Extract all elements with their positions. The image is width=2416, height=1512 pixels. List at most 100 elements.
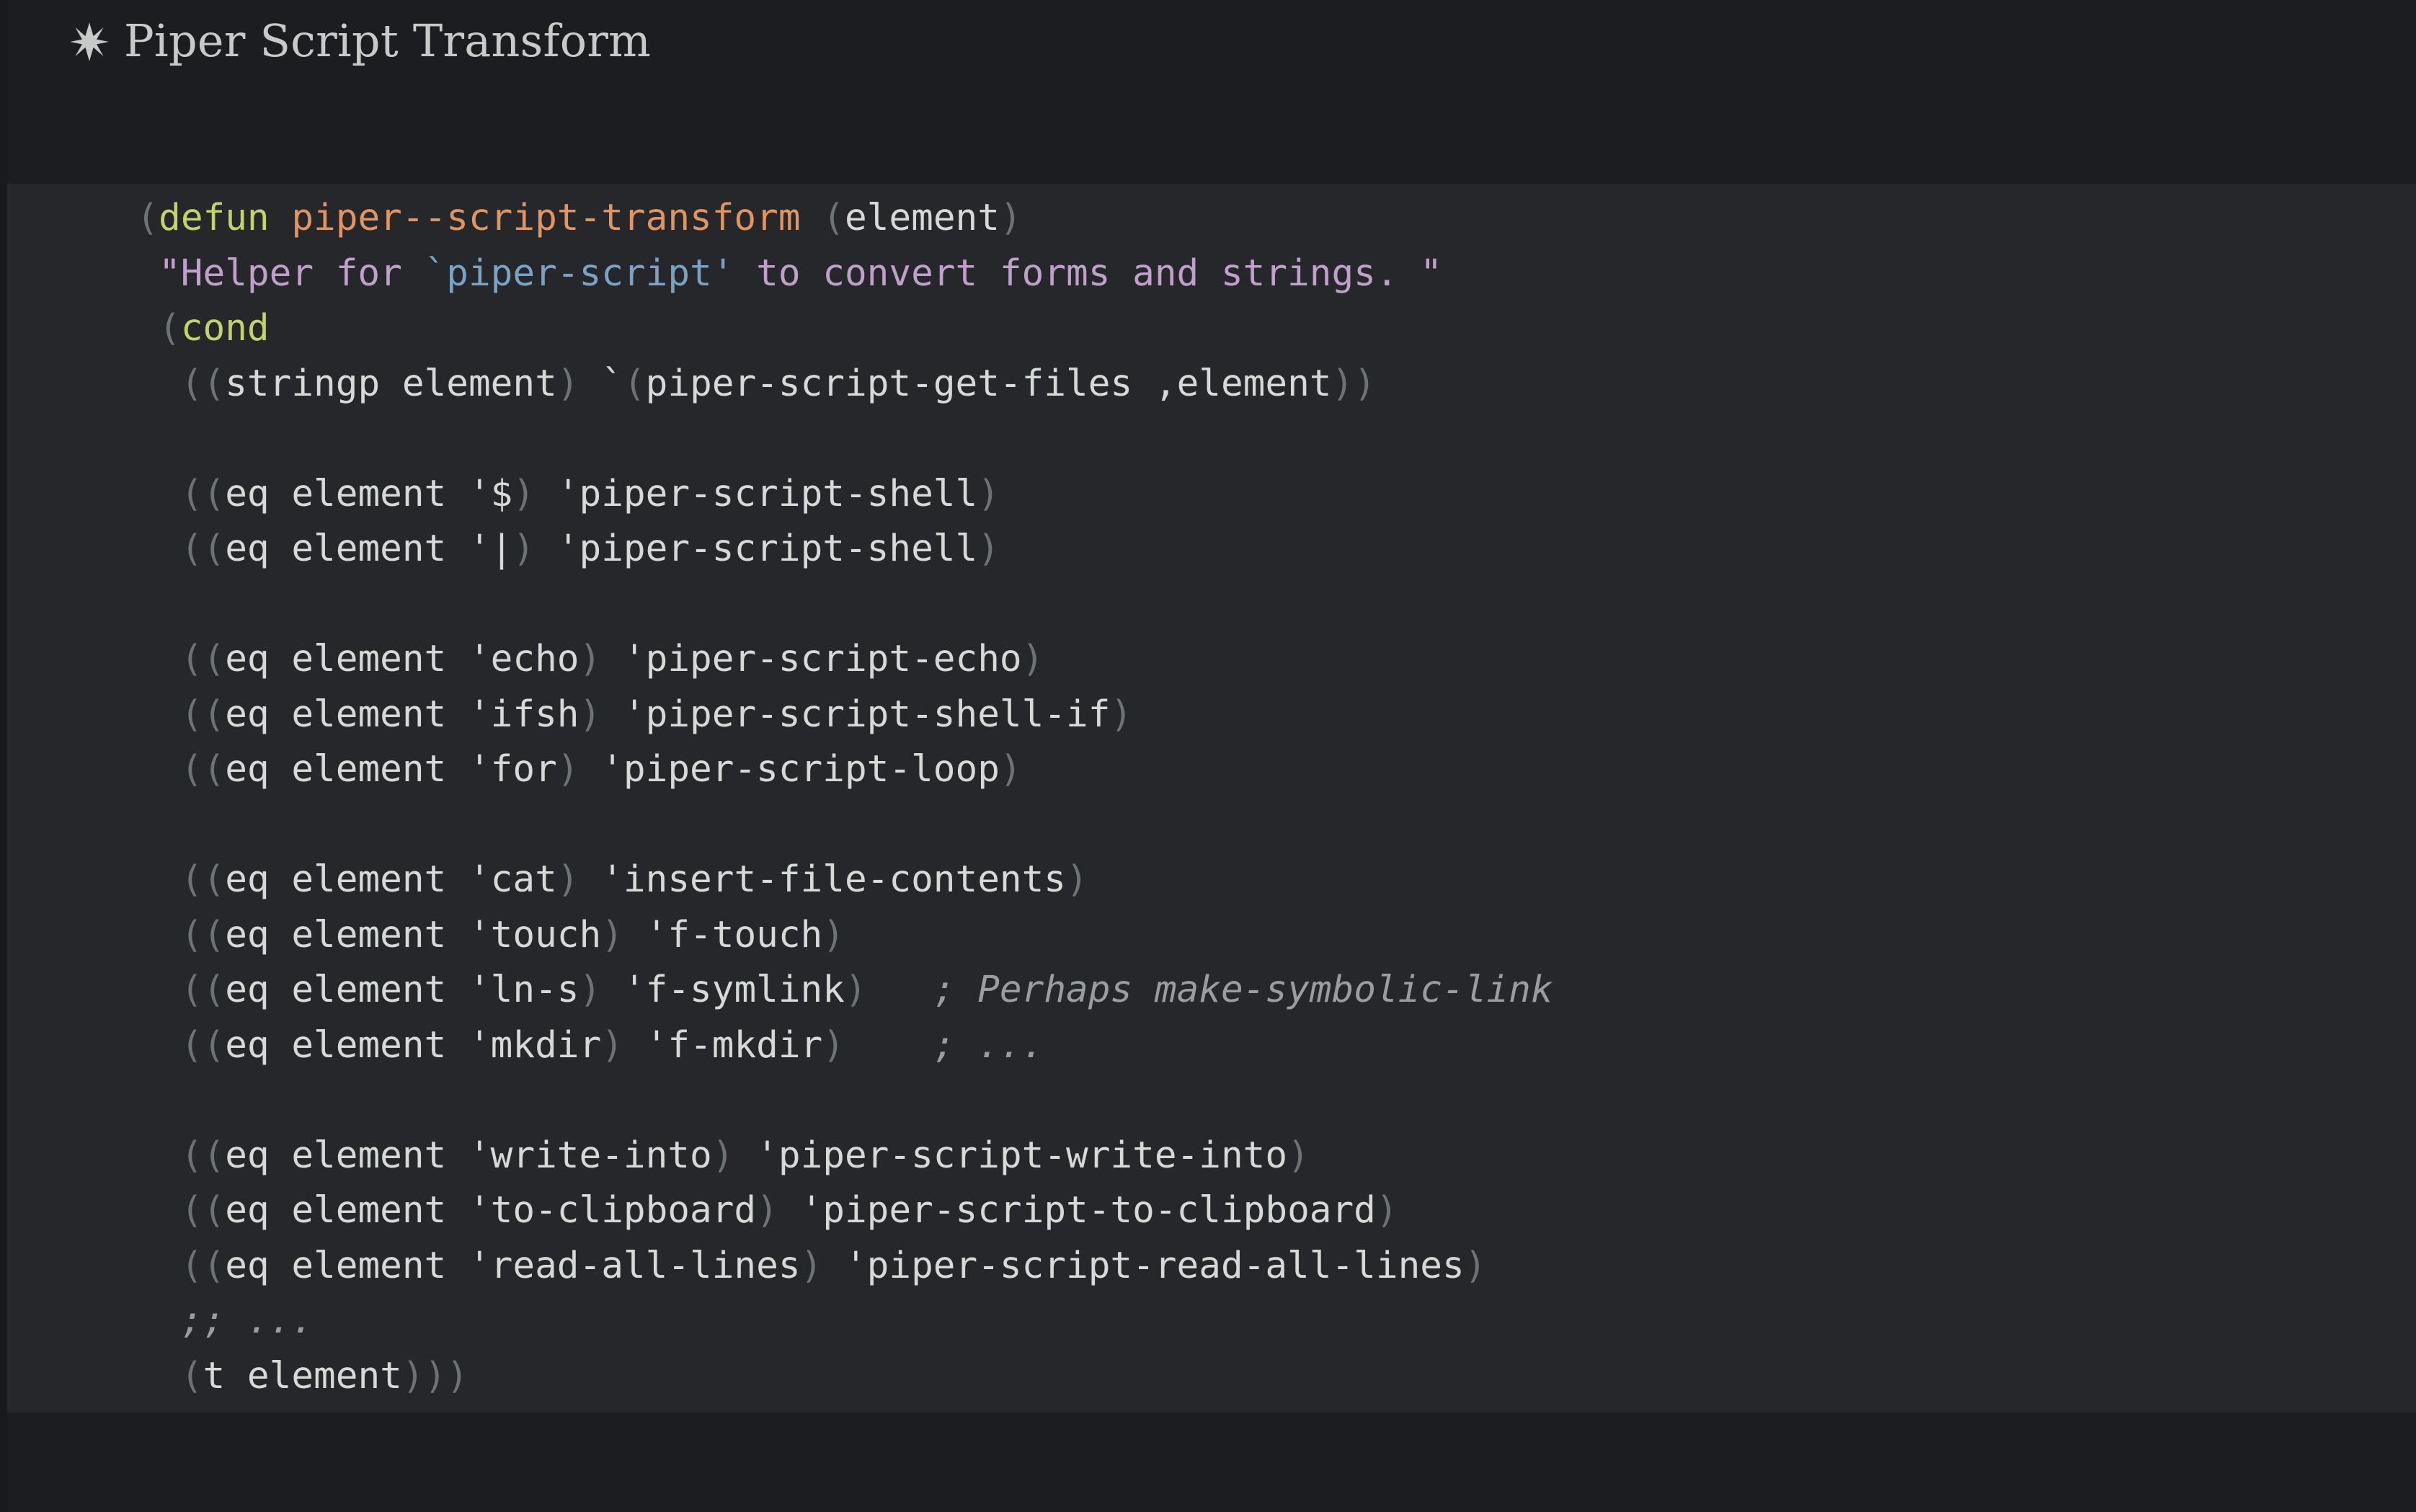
code-token: ))) [401,1354,468,1397]
code-token: (( [180,858,226,901]
code-token: ) [1375,1189,1398,1232]
code-token: eq element 'read-all-lines [225,1244,801,1287]
code-token: ( [822,197,845,239]
code-line[interactable]: ((eq element 'cat) 'insert-file-contents… [0,853,1553,908]
code-line[interactable]: ((eq element '|) 'piper-script-shell) [0,522,1553,577]
code-token: "Helper for [159,252,425,295]
code-token: eq element '| [225,528,513,570]
code-line-blank[interactable] [0,412,1553,467]
code-token: 'f-symlink [601,969,845,1011]
code-line[interactable]: (t element))) [0,1349,1553,1405]
left-edge-rail [0,0,7,1512]
code-token: ) [711,1134,734,1177]
code-line[interactable]: ((eq element 'touch) 'f-touch) [0,908,1553,964]
code-token: 'piper-script-write-into [734,1134,1288,1177]
code-token: ) [999,197,1022,239]
code-token: 'insert-file-contents [579,858,1067,901]
code-token: ) [1287,1134,1310,1177]
code-token: ) [579,969,602,1011]
code-line-blank[interactable] [0,1073,1553,1129]
code-line[interactable]: (cond [0,301,1553,357]
code-line[interactable]: ((eq element '$) 'piper-script-shell) [0,467,1553,522]
code-line[interactable]: ((eq element 'to-clipboard) 'piper-scrip… [0,1183,1553,1239]
code-line[interactable]: ((eq element 'ln-s) 'f-symlink) ; Perhap… [0,963,1553,1018]
code-token: ) [822,913,845,956]
code-line-blank[interactable] [0,577,1553,633]
code-line[interactable]: ((eq element 'for) 'piper-script-loop) [0,742,1553,798]
code-token: ) [556,362,579,405]
code-token: 'piper-script-to-clipboard [778,1189,1376,1232]
code-token: (( [180,969,226,1011]
code-token: to convert forms and strings. " [734,252,1442,295]
code-token: eq element '$ [225,472,513,515]
code-token: ) [999,748,1022,791]
code-line[interactable]: ((eq element 'ifsh) 'piper-script-shell-… [0,688,1553,743]
code-token: ) [977,528,1000,570]
code-line[interactable]: ((eq element 'read-all-lines) 'piper-scr… [0,1239,1553,1294]
code-token: ) [1464,1244,1487,1287]
code-token: ) [1110,693,1133,736]
code-pane[interactable]: (defun piper--script-transform (element)… [0,184,2416,1413]
code-token: (( [180,913,226,956]
code-token: ) [601,1023,623,1067]
code-line[interactable]: ;; ... [0,1294,1553,1349]
code-token: (( [180,748,226,791]
code-token: `piper-script' [424,252,734,295]
code-token: (( [180,638,226,680]
code-token: ) [556,858,579,901]
code-block[interactable]: (defun piper--script-transform (element)… [0,184,1553,1404]
code-token: (( [180,1023,226,1067]
code-token: ;; ... [180,1299,314,1342]
code-token: 'f-touch [623,913,823,956]
code-token: ` [579,362,623,405]
code-token: defun [159,197,292,239]
code-token: eq element 'write-into [225,1134,712,1177]
code-token: (( [180,1189,226,1232]
code-token: 'piper-script-echo [601,638,1022,680]
asterisk-star-icon [69,22,110,62]
code-token: eq element 'cat [225,858,557,901]
code-token: eq element 'to-clipboard [225,1189,757,1232]
code-line[interactable]: ((eq element 'write-into) 'piper-script-… [0,1129,1553,1184]
code-token: 'piper-script-read-all-lines [822,1244,1465,1287]
code-token: (( [180,472,226,515]
code-token: eq element 'touch [225,913,602,956]
code-token: (( [180,528,226,570]
page-title: Piper Script Transform [124,14,652,67]
code-token: (( [180,1244,226,1287]
code-line-blank[interactable] [0,798,1553,853]
code-line[interactable]: ((stringp element) `(piper-script-get-fi… [0,357,1553,412]
code-token: ; Perhaps make-symbolic-link [866,969,1553,1011]
code-token: ) [512,472,536,515]
code-token: ) [800,1244,823,1287]
code-token: ; ... [844,1023,1044,1067]
code-token: ) [556,748,579,791]
code-token: t element [203,1354,402,1397]
code-token: ) [1021,638,1044,680]
code-token: ) [579,693,602,736]
heading-row: Piper Script Transform [69,16,651,63]
code-token: 'piper-script-shell-if [601,693,1111,736]
code-token: (( [180,1134,226,1177]
code-token: ) [512,528,536,570]
code-token: ) [844,969,867,1011]
code-token: 'f-mkdir [623,1023,823,1067]
code-token: ) [601,913,623,956]
code-token: stringp element [225,362,557,405]
code-token: 'piper-script-shell [535,472,978,515]
code-token: ) [822,1023,845,1067]
code-token: eq element 'echo [225,638,579,680]
code-line[interactable]: (defun piper--script-transform (element) [0,191,1553,246]
code-token: piper--script-transform [291,197,801,239]
code-token: 'piper-script-loop [579,748,1000,791]
code-token: eq element 'ln-s [225,969,579,1011]
code-token: eq element 'for [225,748,557,791]
code-token: ( [159,307,181,350]
slide-canvas: Piper Script Transform ( defun piper--scr… [0,0,2416,1512]
code-line[interactable]: "Helper for `piper-script' to convert fo… [0,246,1553,302]
footer-band [0,1413,2416,1512]
code-token: ( [180,1354,203,1397]
code-line[interactable]: ((eq element 'mkdir) 'f-mkdir) ; ... [0,1018,1553,1074]
code-line[interactable]: ((eq element 'echo) 'piper-script-echo) [0,632,1553,688]
